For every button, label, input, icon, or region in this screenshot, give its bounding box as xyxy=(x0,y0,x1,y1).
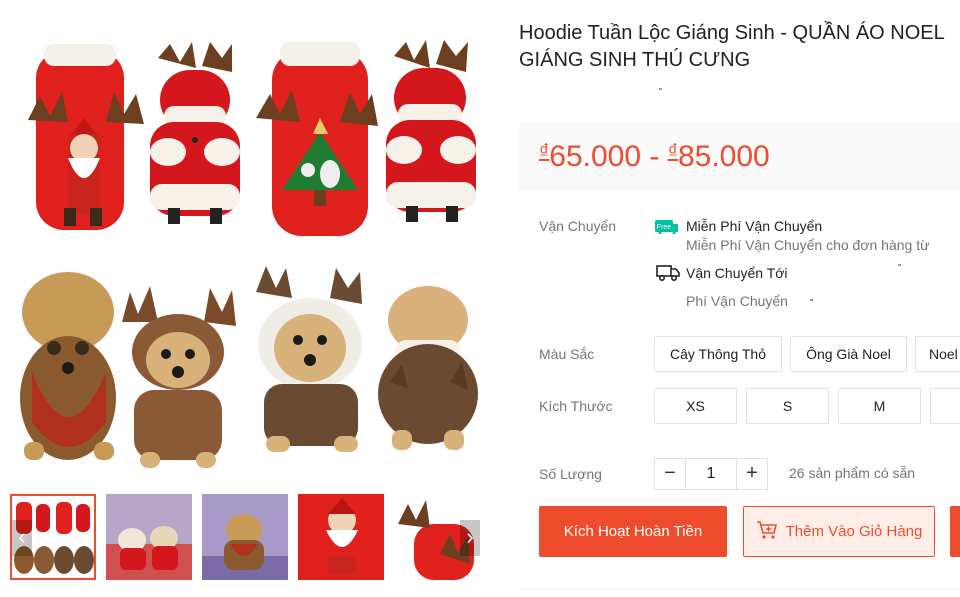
dog-reindeer-illustration xyxy=(20,272,116,460)
shipping-label: Vận Chuyển xyxy=(539,218,617,234)
hoodie-back-2-illustration xyxy=(386,40,476,222)
thumbnail-4[interactable] xyxy=(298,494,384,580)
thumbnail-3[interactable] xyxy=(202,494,288,580)
add-to-cart-button[interactable]: Thêm Vào Giỏ Hàng xyxy=(743,506,935,557)
price-range: ₫65.000 - ₫85.000 xyxy=(539,140,770,174)
thumbnail-2[interactable] xyxy=(106,494,192,580)
product-title-line-1: Hoodie Tuần Lộc Giáng Sinh - QUẦN ÁO NOE… xyxy=(519,22,945,44)
truck-icon xyxy=(656,265,680,282)
add-to-cart-icon xyxy=(756,521,777,539)
currency-symbol-max: ₫ xyxy=(667,141,678,163)
size-option-4[interactable] xyxy=(930,388,960,424)
price-min: 65.000 xyxy=(549,140,642,173)
gallery-prev-arrow[interactable]: ‹ xyxy=(12,520,32,556)
price-max: 85.000 xyxy=(677,140,770,173)
free-shipping-title: Miễn Phí Vận Chuyển xyxy=(686,218,823,234)
hoodie-tree-illustration xyxy=(256,42,378,236)
color-option-1[interactable]: Cây Thông Thỏ xyxy=(654,336,782,372)
dog-antler-illustration xyxy=(122,286,236,468)
hoodie-back-illustration xyxy=(150,42,240,224)
buy-now-button-partial[interactable] xyxy=(950,506,960,557)
free-badge-text: Free xyxy=(657,224,672,231)
shipping-to-label[interactable]: Vận Chuyển Tới xyxy=(686,265,788,281)
section-divider xyxy=(519,588,960,589)
stock-available-text: 26 sản phẩm có sẵn xyxy=(789,465,916,481)
quantity-increase-button[interactable]: + xyxy=(736,458,768,490)
free-shipping-icon: Free xyxy=(655,220,678,234)
price-box: ₫65.000 - ₫85.000 xyxy=(519,123,960,191)
dog-back-illustration xyxy=(378,286,478,450)
size-label: Kích Thước xyxy=(539,398,613,414)
free-shipping-desc: Miễn Phí Vận Chuyển cho đơn hàng từ xyxy=(686,237,930,253)
quantity-label: Số Lượng xyxy=(539,466,602,482)
main-product-image[interactable] xyxy=(10,22,480,482)
shipping-decoration-dot xyxy=(810,299,813,301)
thumbnail-strip: ‹ › xyxy=(10,494,482,582)
color-label: Màu Sắc xyxy=(539,346,595,362)
hoodie-santa-illustration xyxy=(28,44,144,230)
dog-brown-hoodie-illustration xyxy=(256,266,362,452)
gallery-next-arrow[interactable]: › xyxy=(460,520,480,556)
quantity-input[interactable]: 1 xyxy=(685,458,737,490)
add-to-cart-label: Thêm Vào Giỏ Hàng xyxy=(785,523,923,540)
title-decoration-dot xyxy=(659,88,662,90)
currency-symbol-min: ₫ xyxy=(539,141,550,163)
size-option-m[interactable]: M xyxy=(838,388,921,424)
quantity-decrease-button[interactable]: − xyxy=(654,458,686,490)
product-title-line-2: GIÁNG SINH THÚ CƯNG xyxy=(519,49,751,71)
size-option-s[interactable]: S xyxy=(746,388,829,424)
size-option-xs[interactable]: XS xyxy=(654,388,737,424)
color-option-3[interactable]: Noel xyxy=(915,336,960,372)
price-separator: - xyxy=(641,140,668,173)
product-title: Hoodie Tuần Lộc Giáng Sinh - QUẦN ÁO NOE… xyxy=(519,20,960,74)
activate-cashback-button[interactable]: Kích Hoạt Hoàn Tiền xyxy=(539,506,727,557)
shipping-fee-label: Phí Vận Chuyển xyxy=(686,293,788,309)
shipping-decoration-dot xyxy=(898,264,901,266)
color-option-2[interactable]: Ông Già Noel xyxy=(790,336,907,372)
